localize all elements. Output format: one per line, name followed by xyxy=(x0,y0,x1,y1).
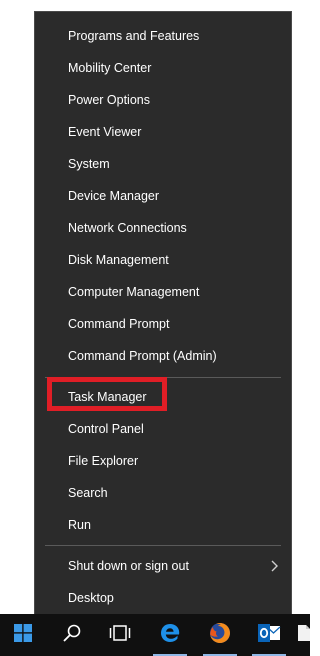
menu-item-mobility-center[interactable]: Mobility Center xyxy=(35,53,291,83)
edge-icon xyxy=(159,622,181,649)
menu-item-power-options[interactable]: Power Options xyxy=(35,85,291,115)
menu-item-event-viewer[interactable]: Event Viewer xyxy=(35,117,291,147)
menu-item-desktop[interactable]: Desktop xyxy=(35,583,291,613)
menu-item-command-prompt-admin[interactable]: Command Prompt (Admin) xyxy=(35,341,291,371)
menu-item-label: Shut down or sign out xyxy=(68,559,189,573)
menu-item-device-manager[interactable]: Device Manager xyxy=(35,181,291,211)
menu-item-run[interactable]: Run xyxy=(35,510,291,540)
menu-item-command-prompt[interactable]: Command Prompt xyxy=(35,309,291,339)
winx-power-user-menu: Programs and Features Mobility Center Po… xyxy=(34,11,292,622)
menu-item-computer-management[interactable]: Computer Management xyxy=(35,277,291,307)
taskbar xyxy=(0,614,310,656)
firefox-taskbar-button[interactable] xyxy=(197,614,243,656)
menu-item-task-manager[interactable]: Task Manager xyxy=(35,382,291,412)
menu-item-file-explorer[interactable]: File Explorer xyxy=(35,446,291,476)
menu-item-network-connections[interactable]: Network Connections xyxy=(35,213,291,243)
chevron-right-icon xyxy=(269,551,279,581)
menu-item-disk-management[interactable]: Disk Management xyxy=(35,245,291,275)
screen: Programs and Features Mobility Center Po… xyxy=(0,0,310,656)
windows-start-icon xyxy=(14,623,32,647)
menu-separator xyxy=(45,377,281,378)
task-view-button[interactable] xyxy=(97,614,143,656)
menu-item-control-panel[interactable]: Control Panel xyxy=(35,414,291,444)
menu-item-system[interactable]: System xyxy=(35,149,291,179)
menu-item-shut-down-or-sign-out[interactable]: Shut down or sign out xyxy=(35,551,291,581)
taskbar-search-button[interactable] xyxy=(49,614,95,656)
edge-taskbar-button[interactable] xyxy=(147,614,193,656)
document-icon xyxy=(296,623,310,648)
menu-item-search[interactable]: Search xyxy=(35,478,291,508)
menu-separator xyxy=(45,545,281,546)
outlook-taskbar-button[interactable] xyxy=(246,614,292,656)
firefox-icon xyxy=(208,621,232,650)
task-view-icon xyxy=(109,624,131,647)
menu-item-programs-and-features[interactable]: Programs and Features xyxy=(35,21,291,51)
search-icon xyxy=(62,623,82,648)
partial-taskbar-button[interactable] xyxy=(294,614,310,656)
outlook-icon xyxy=(257,622,281,649)
start-button[interactable] xyxy=(0,614,46,656)
